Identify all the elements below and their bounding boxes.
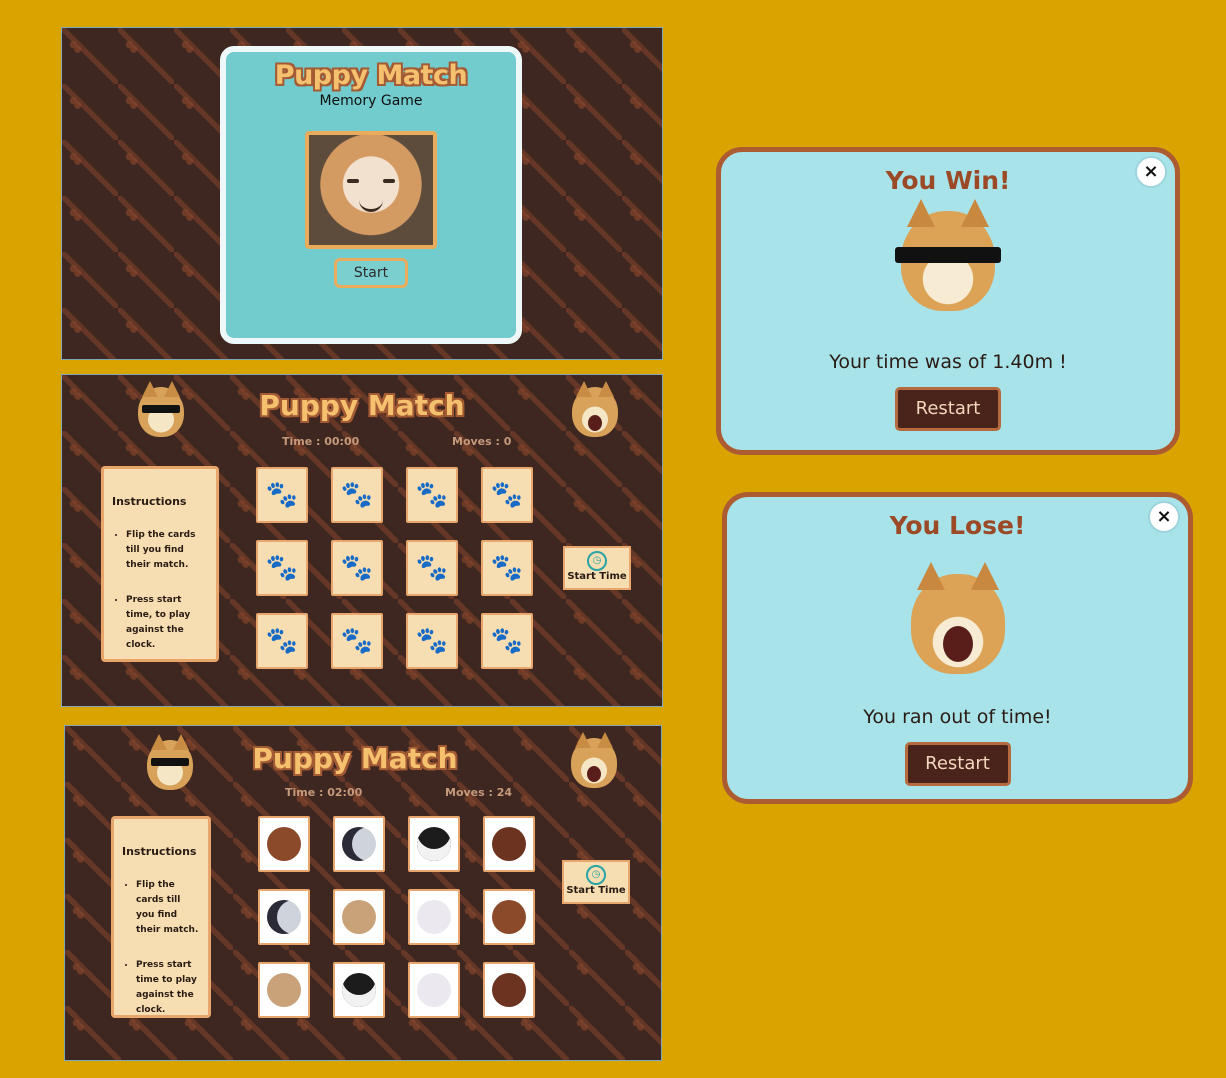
french-bulldog-card[interactable] [258, 962, 310, 1018]
start-title: Puppy Match [274, 60, 468, 91]
restart-button[interactable]: Restart [904, 742, 1011, 786]
moves-display: Moves : 24 [445, 786, 513, 799]
instructions-title: Instructions [112, 495, 187, 508]
instruction-item: Press start time, to play against the cl… [126, 593, 208, 653]
basset-hound-card[interactable] [258, 816, 310, 872]
win-title: You Win! [885, 166, 1011, 195]
win-message: Your time was of 1.40m ! [829, 351, 1067, 373]
paw-card[interactable]: 🐾 [481, 613, 533, 669]
dachshund-card[interactable] [483, 816, 535, 872]
jack-russell-card[interactable] [333, 816, 385, 872]
game-screen-1: Puppy Match Time : 00:00 Moves : 0 Instr… [61, 374, 663, 707]
paw-card[interactable]: 🐾 [331, 613, 383, 669]
card-grid: 🐾 🐾 🐾 🐾 🐾 🐾 🐾 🐾 🐾 🐾 🐾 🐾 [256, 467, 533, 669]
instructions-title: Instructions [122, 845, 197, 858]
start-time-label: Start Time [566, 885, 626, 896]
lose-modal: × You Lose! You ran out of time! Restart [722, 492, 1193, 804]
time-display: Time : 02:00 [285, 786, 363, 799]
paw-card[interactable]: 🐾 [481, 467, 533, 523]
start-subtitle: Memory Game [319, 93, 423, 109]
doge-shades-icon [895, 199, 1001, 311]
lose-message: You ran out of time! [863, 706, 1052, 728]
instruction-item: Flip the cards till you find their match… [136, 878, 200, 938]
moves-display: Moves : 0 [452, 435, 512, 448]
instruction-item: Flip the cards till you find their match… [126, 528, 208, 573]
start-time-label: Start Time [567, 571, 627, 582]
paw-card[interactable]: 🐾 [331, 540, 383, 596]
start-time-button[interactable]: ◷ Start Time [563, 546, 631, 590]
stopwatch-icon: ◷ [586, 865, 606, 885]
paw-card[interactable]: 🐾 [256, 613, 308, 669]
start-card: Puppy Match Memory Game Start [220, 46, 522, 344]
paw-card[interactable]: 🐾 [406, 540, 458, 596]
jack-russell-card[interactable] [258, 889, 310, 945]
border-collie-card[interactable] [333, 962, 385, 1018]
win-modal: × You Win! Your time was of 1.40m ! Rest… [716, 147, 1180, 455]
paw-card[interactable]: 🐾 [256, 467, 308, 523]
doge-barking-icon [910, 562, 1005, 674]
restart-button[interactable]: Restart [895, 387, 1001, 431]
doge-barking-icon [571, 732, 617, 788]
paw-card[interactable]: 🐾 [406, 613, 458, 669]
game-screen-2: Puppy Match Time : 02:00 Moves : 24 Inst… [64, 725, 662, 1061]
close-icon[interactable]: × [1135, 156, 1167, 188]
paw-card[interactable]: 🐾 [331, 467, 383, 523]
start-button[interactable]: Start [334, 258, 408, 288]
french-bulldog-card[interactable] [333, 889, 385, 945]
instruction-item: Press start time to play against the clo… [136, 958, 200, 1018]
lose-title: You Lose! [889, 511, 1026, 540]
doge-barking-icon [572, 381, 618, 437]
border-collie-card[interactable] [408, 816, 460, 872]
paw-card[interactable]: 🐾 [256, 540, 308, 596]
bulldog-card[interactable] [408, 962, 460, 1018]
instructions-panel: Instructions Flip the cards till you fin… [101, 466, 219, 662]
paw-card[interactable]: 🐾 [481, 540, 533, 596]
paw-card[interactable]: 🐾 [406, 467, 458, 523]
close-icon[interactable]: × [1148, 501, 1180, 533]
start-time-button[interactable]: ◷ Start Time [562, 860, 630, 904]
dachshund-card[interactable] [483, 962, 535, 1018]
smiling-shiba-photo [305, 131, 437, 249]
instructions-panel: Instructions Flip the cards till you fin… [111, 816, 211, 1018]
time-display: Time : 00:00 [282, 435, 360, 448]
game-title: Puppy Match [252, 742, 458, 775]
basset-hound-card[interactable] [483, 889, 535, 945]
stopwatch-icon: ◷ [587, 551, 607, 571]
bulldog-card[interactable] [408, 889, 460, 945]
card-grid [258, 816, 535, 1018]
start-screen: Puppy Match Memory Game Start [61, 27, 663, 360]
